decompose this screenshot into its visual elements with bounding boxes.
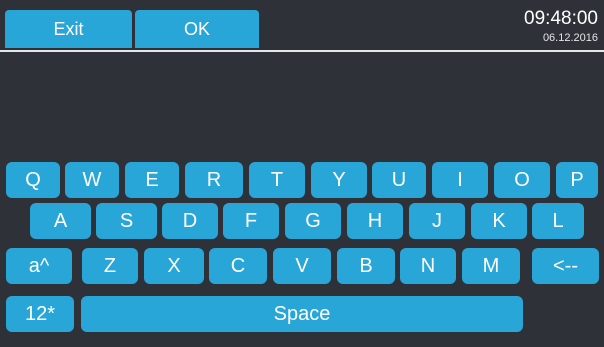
key-d[interactable]: D (162, 203, 218, 239)
key-c[interactable]: C (209, 248, 267, 284)
key-q[interactable]: Q (6, 162, 60, 198)
key-x[interactable]: X (144, 248, 204, 284)
key-f[interactable]: F (223, 203, 279, 239)
key-g[interactable]: G (285, 203, 341, 239)
key-j[interactable]: J (409, 203, 465, 239)
key-u[interactable]: U (372, 162, 426, 198)
on-screen-keyboard: Q W E R T Y U I O P A S D F G H J K L a^… (0, 0, 604, 347)
key-m[interactable]: M (462, 248, 520, 284)
key-y[interactable]: Y (311, 162, 367, 198)
space-key[interactable]: Space (81, 296, 523, 332)
key-a[interactable]: A (30, 203, 91, 239)
key-p[interactable]: P (556, 162, 598, 198)
keyboard-screen: Exit OK 09:48:00 06.12.2016 Q W E R T Y … (0, 0, 604, 347)
key-l[interactable]: L (532, 203, 584, 239)
key-z[interactable]: Z (82, 248, 138, 284)
key-t[interactable]: T (249, 162, 305, 198)
key-v[interactable]: V (273, 248, 331, 284)
key-e[interactable]: E (125, 162, 179, 198)
key-i[interactable]: I (432, 162, 488, 198)
key-h[interactable]: H (347, 203, 403, 239)
key-o[interactable]: O (494, 162, 550, 198)
key-r[interactable]: R (185, 162, 243, 198)
shift-key[interactable]: a^ (6, 248, 72, 284)
key-s[interactable]: S (96, 203, 157, 239)
key-b[interactable]: B (337, 248, 395, 284)
numbers-key[interactable]: 12* (6, 296, 74, 332)
key-w[interactable]: W (65, 162, 119, 198)
backspace-key[interactable]: <-- (532, 248, 599, 284)
key-n[interactable]: N (400, 248, 456, 284)
key-k[interactable]: K (471, 203, 527, 239)
